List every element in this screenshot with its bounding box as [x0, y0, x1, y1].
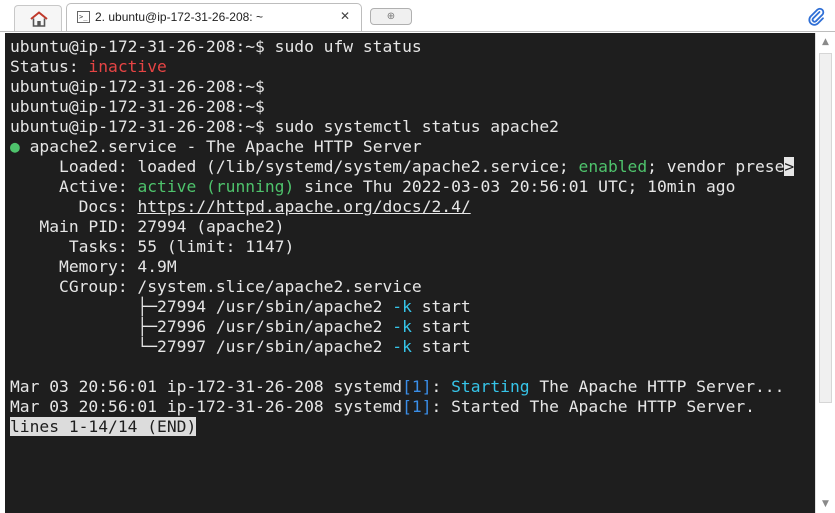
terminal-line: Main PID: 27994 (apache2) [10, 217, 815, 237]
cgroup-text: CGroup: /system.slice/apache2.service [10, 277, 422, 296]
scroll-thumb[interactable] [819, 53, 832, 403]
plus-icon: ⊕ [386, 11, 396, 22]
active-label: Active: [10, 177, 138, 196]
status-dot-icon: ● [10, 137, 20, 156]
log-message: : Started The Apache HTTP Server. [431, 397, 755, 416]
terminal-line: └─27997 /usr/sbin/apache2 -k start [10, 337, 815, 357]
home-tab[interactable] [14, 5, 62, 32]
terminal-line: ● apache2.service - The Apache HTTP Serv… [10, 137, 815, 157]
active-since: since Thu 2022-03-03 20:56:01 UTC; 10min… [294, 177, 736, 196]
terminal-line: ubuntu@ip-172-31-26-208:~$ [10, 77, 815, 97]
process-flag: -k [392, 337, 412, 356]
scroll-down-arrow-icon[interactable]: ▼ [816, 495, 835, 513]
docs-link[interactable]: https://httpd.apache.org/docs/2.4/ [137, 197, 470, 216]
mainpid-text: Main PID: 27994 (apache2) [10, 217, 285, 236]
terminal-line: Memory: 4.9M [10, 257, 815, 277]
log-starting: Starting [451, 377, 530, 396]
vertical-scrollbar[interactable]: ▲ ▼ [815, 33, 835, 513]
terminal-line: Mar 03 20:56:01 ip-172-31-26-208 systemd… [10, 397, 815, 417]
process-arg: start [411, 317, 471, 336]
log-message: The Apache HTTP Server... [529, 377, 785, 396]
pager-status: lines 1-14/14 (END) [10, 417, 197, 436]
home-icon [30, 11, 48, 27]
terminal-line: Active: active (running) since Thu 2022-… [10, 177, 815, 197]
close-icon[interactable]: ✕ [337, 8, 353, 24]
memory-text: Memory: 4.9M [10, 257, 177, 276]
terminal-line: ubuntu@ip-172-31-26-208:~$ sudo systemct… [10, 117, 815, 137]
tab-divider [0, 31, 835, 32]
terminal-line: CGroup: /system.slice/apache2.service [10, 277, 815, 297]
paperclip-icon[interactable] [806, 6, 826, 26]
truncation-marker: > [784, 157, 795, 176]
log-prefix: Mar 03 20:56:01 ip-172-31-26-208 systemd [10, 397, 403, 416]
command-text: sudo systemctl status apache2 [264, 117, 559, 136]
terminal-icon: >_ [77, 11, 90, 23]
terminal-line: ubuntu@ip-172-31-26-208:~$ sudo ufw stat… [10, 37, 815, 57]
terminal-output[interactable]: ubuntu@ip-172-31-26-208:~$ sudo ufw stat… [5, 33, 815, 513]
terminal-line: Mar 03 20:56:01 ip-172-31-26-208 systemd… [10, 377, 815, 397]
active-value: active (running) [137, 177, 295, 196]
loaded-label: Loaded: [10, 157, 138, 176]
process-flag: -k [392, 297, 412, 316]
terminal-line: Status: inactive [10, 57, 815, 77]
process-arg: start [411, 337, 471, 356]
status-label: Status: [10, 57, 89, 76]
process-text: ├─27994 /usr/sbin/apache2 [10, 297, 393, 316]
process-text: ├─27996 /usr/sbin/apache2 [10, 317, 393, 336]
process-text: └─27997 /usr/sbin/apache2 [10, 337, 393, 356]
terminal-line: ├─27994 /usr/sbin/apache2 -k start [10, 297, 815, 317]
tab-bar: >_ 2. ubuntu@ip-172-31-26-208: ~ ✕ ⊕ [0, 0, 835, 32]
loaded-text-end: ; vendor prese [647, 157, 785, 176]
log-pid: [1] [402, 377, 432, 396]
scroll-up-arrow-icon[interactable]: ▲ [816, 33, 835, 51]
tab-session[interactable]: >_ 2. ubuntu@ip-172-31-26-208: ~ ✕ [66, 3, 362, 32]
docs-label: Docs: [10, 197, 138, 216]
terminal-line: Docs: https://httpd.apache.org/docs/2.4/ [10, 197, 815, 217]
new-tab-button[interactable]: ⊕ [370, 8, 412, 25]
prompt: ubuntu@ip-172-31-26-208:~$ [10, 77, 265, 96]
loaded-text: loaded (/lib/systemd/system/apache2.serv… [137, 157, 579, 176]
terminal-line: Loaded: loaded (/lib/systemd/system/apac… [10, 157, 815, 177]
terminal-line: ubuntu@ip-172-31-26-208:~$ [10, 97, 815, 117]
prompt: ubuntu@ip-172-31-26-208:~$ [10, 117, 265, 136]
process-arg: start [411, 297, 471, 316]
terminal-line: lines 1-14/14 (END) [10, 417, 815, 437]
prompt: ubuntu@ip-172-31-26-208:~$ [10, 97, 265, 116]
command-text: sudo ufw status [264, 37, 422, 56]
status-value: inactive [88, 57, 167, 76]
service-title: apache2.service - The Apache HTTP Server [19, 137, 422, 156]
log-prefix: Mar 03 20:56:01 ip-172-31-26-208 systemd [10, 377, 403, 396]
terminal-line: ├─27996 /usr/sbin/apache2 -k start [10, 317, 815, 337]
tasks-text: Tasks: 55 (limit: 1147) [10, 237, 295, 256]
tab-title: 2. ubuntu@ip-172-31-26-208: ~ [95, 10, 263, 24]
enabled-text: enabled [578, 157, 648, 176]
log-pid: [1] [402, 397, 432, 416]
prompt: ubuntu@ip-172-31-26-208:~$ [10, 37, 265, 56]
log-colon: : [431, 377, 452, 396]
process-flag: -k [392, 317, 412, 336]
terminal-line: Tasks: 55 (limit: 1147) [10, 237, 815, 257]
